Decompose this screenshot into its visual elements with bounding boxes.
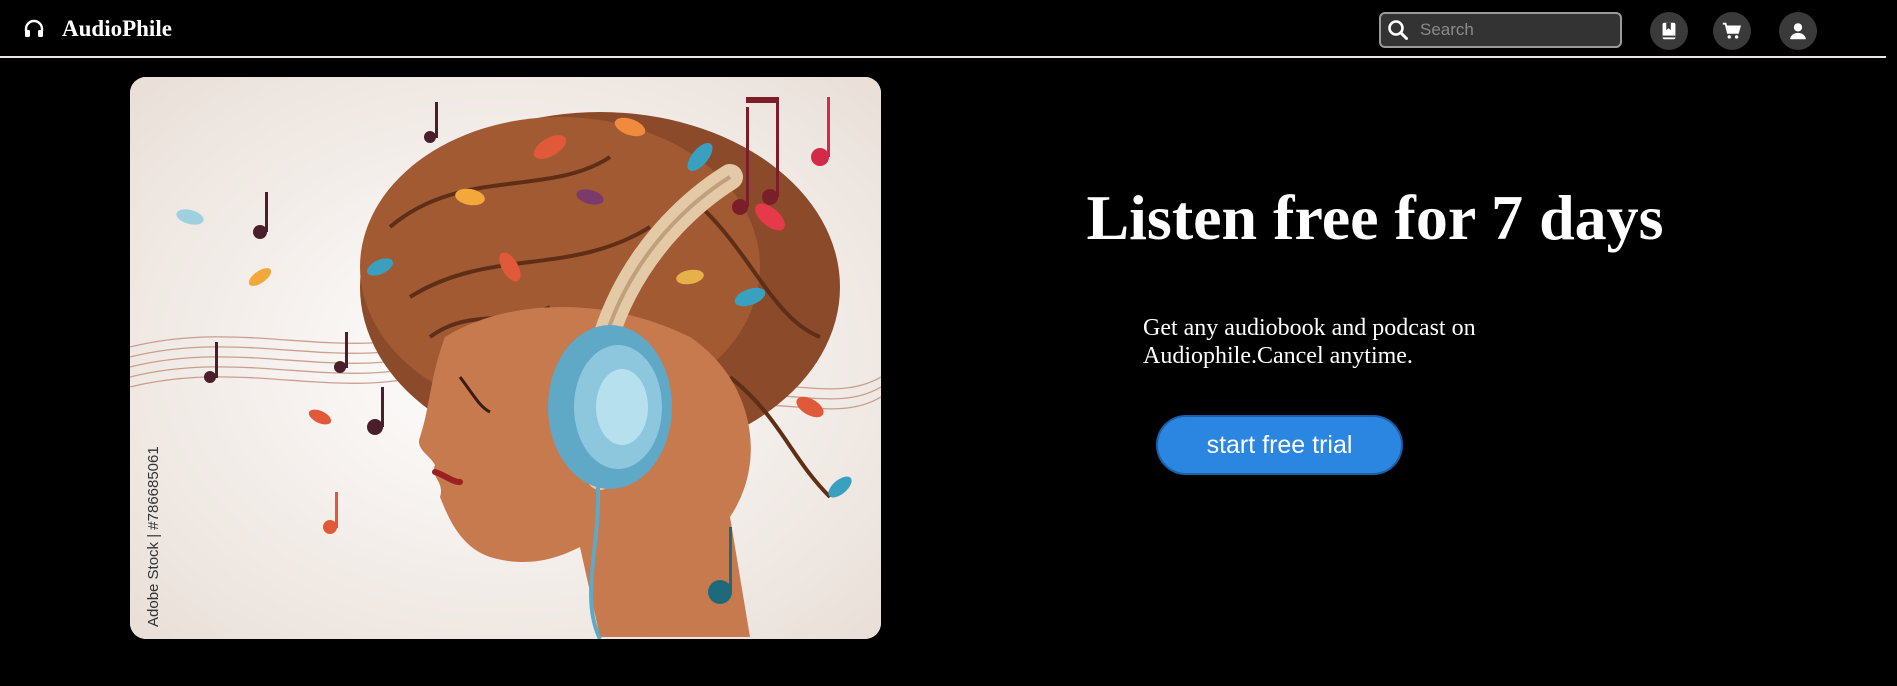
woman-headphones-illustration: Adobe Stock | #786685061 xyxy=(130,77,881,639)
brand[interactable]: AudioPhile xyxy=(22,16,172,42)
hero-illustration: Adobe Stock | #786685061 xyxy=(130,77,881,639)
user-icon xyxy=(1790,23,1806,40)
hero-title: Listen free for 7 days xyxy=(1086,182,1664,253)
bookmark-book-icon xyxy=(1662,22,1676,40)
cart-icon xyxy=(1722,22,1742,39)
library-button[interactable] xyxy=(1650,12,1688,50)
image-watermark: Adobe Stock | #786685061 xyxy=(145,446,162,627)
cart-button[interactable] xyxy=(1713,12,1751,50)
headphones-icon xyxy=(24,19,44,37)
search-box[interactable] xyxy=(1379,12,1622,48)
account-button[interactable] xyxy=(1779,12,1817,50)
top-navbar: AudioPhile xyxy=(0,0,1886,58)
search-input[interactable] xyxy=(1418,19,1620,41)
search-icon xyxy=(1388,20,1408,40)
start-free-trial-button[interactable]: start free trial xyxy=(1156,415,1403,475)
hero-subtitle: Get any audiobook and podcast on Audioph… xyxy=(1143,315,1476,369)
brand-name: AudioPhile xyxy=(62,16,172,41)
